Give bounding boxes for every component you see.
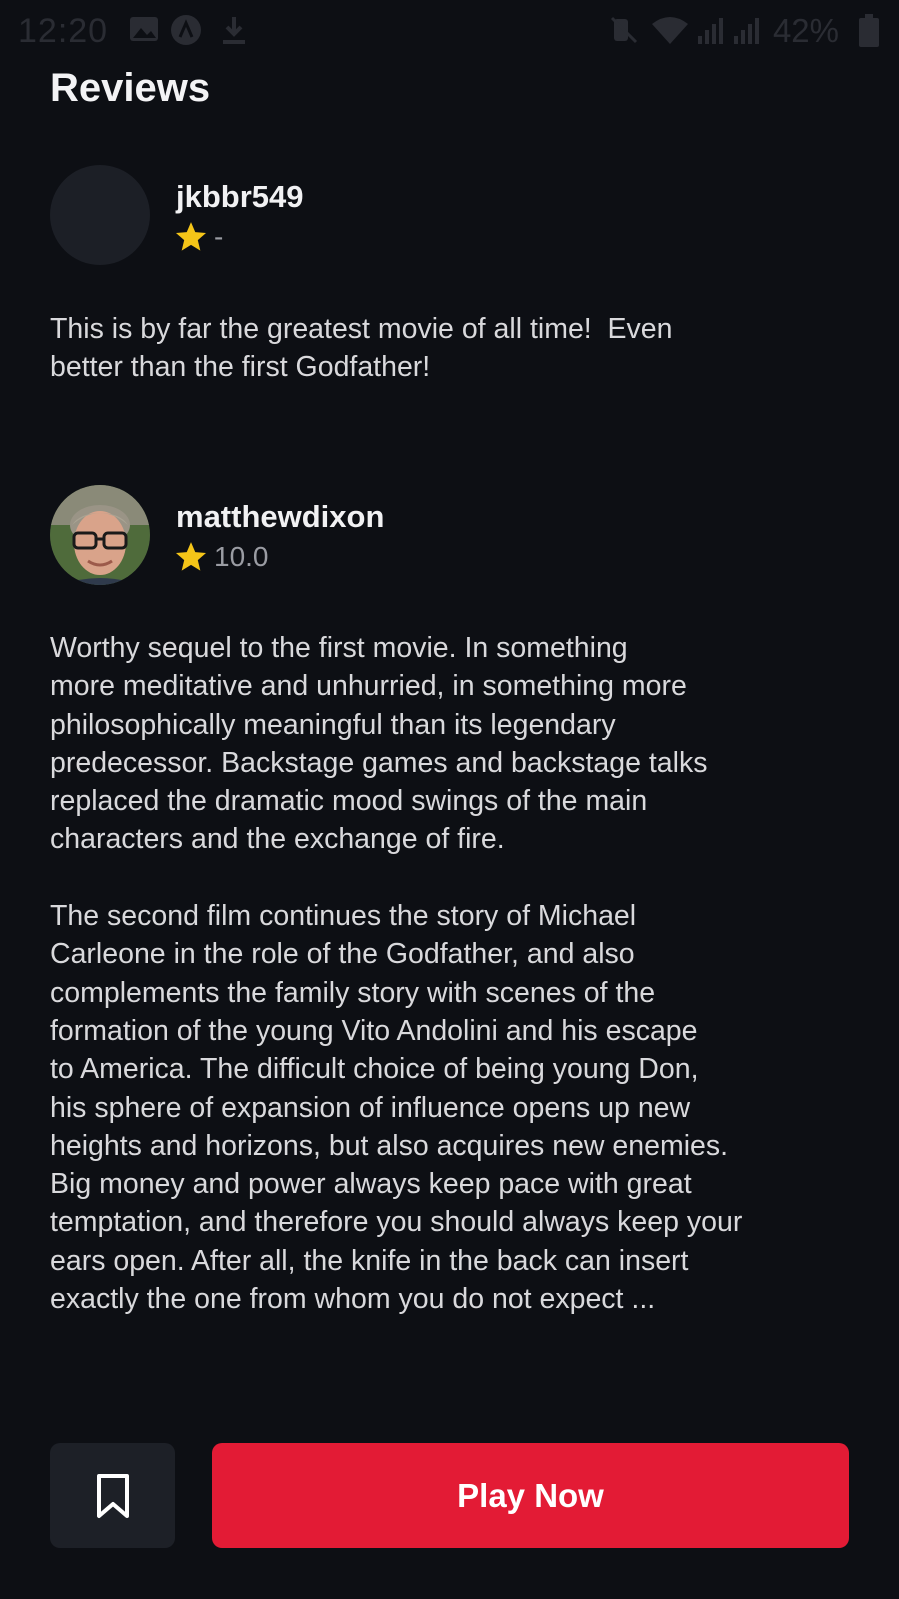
bookmark-icon <box>96 1473 129 1518</box>
bottom-action-bar: Play Now <box>0 1440 899 1550</box>
mute-icon <box>610 16 638 44</box>
review-author[interactable]: matthewdixon <box>176 499 384 535</box>
avatar[interactable] <box>50 485 150 585</box>
review-header: matthewdixon 10.0 <box>50 485 850 585</box>
avatar-photo <box>50 485 150 585</box>
review-rating: - <box>174 219 223 255</box>
status-bar: 12:20 42% <box>0 0 899 64</box>
gallery-icon <box>130 17 158 41</box>
avatar[interactable] <box>50 165 150 265</box>
review-author[interactable]: jkbbr549 <box>176 179 304 215</box>
review-content: This is by far the greatest movie of all… <box>50 313 673 384</box>
section-title: Reviews <box>50 66 211 110</box>
status-time: 12:20 <box>18 12 109 50</box>
battery-percentage: 42% <box>772 12 839 49</box>
bookmark-button[interactable] <box>50 1443 175 1548</box>
star-icon <box>175 542 207 571</box>
play-now-button[interactable]: Play Now <box>212 1443 849 1548</box>
review-content: Worthy sequel to the first movie. In som… <box>50 632 743 1316</box>
signal-icon <box>698 18 723 44</box>
review-header: jkbbr549 - <box>50 165 850 265</box>
app-notification-icon <box>171 15 201 45</box>
movie-reviews-screen: 12:20 42% Reviews jkbbr549 - This is by … <box>0 0 899 1599</box>
wifi-icon <box>652 17 688 44</box>
review-rating: 10.0 <box>174 539 269 575</box>
download-icon <box>223 17 245 44</box>
rating-value: - <box>214 221 224 252</box>
star-icon <box>175 222 207 251</box>
rating-value: 10.0 <box>214 541 269 572</box>
battery-icon <box>859 14 879 47</box>
signal-icon <box>734 18 759 44</box>
